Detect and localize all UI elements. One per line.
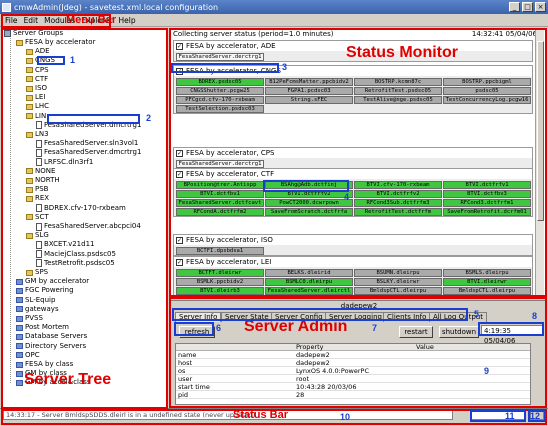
callout-9: 9 — [484, 366, 490, 376]
callout-6: 6 — [216, 323, 222, 333]
menu-bar-annotation: Menu Bar — [66, 14, 117, 26]
callout-box-1 — [37, 56, 65, 65]
callout-8: 8 — [532, 311, 538, 321]
title-bar: cmwAdmin(Jdeg) - savetest.xml.local conf… — [0, 0, 548, 14]
callout-box-6 — [174, 322, 214, 336]
callout-10: 10 — [340, 412, 351, 422]
callout-box-8 — [478, 322, 544, 336]
maximize-button[interactable]: □ — [522, 2, 533, 12]
callout-11: 11 — [505, 411, 515, 421]
callout-2: 2 — [146, 113, 152, 123]
callout-3: 3 — [282, 62, 288, 72]
callout-box-5 — [172, 308, 468, 321]
server-tree-annotation: Server Tree — [24, 371, 112, 388]
close-button[interactable]: × — [535, 2, 546, 12]
status-bar-annotation: Status Bar — [233, 409, 289, 421]
callout-12: 12 — [530, 411, 541, 421]
minimize-button[interactable]: _ — [509, 2, 520, 12]
window-title: cmwAdmin(Jdeg) - savetest.xml.local conf… — [14, 2, 219, 12]
callout-7: 7 — [372, 323, 378, 333]
server-tree-annotation-box — [1, 28, 168, 409]
window-controls: _ □ × — [509, 2, 546, 12]
callout-box-4 — [263, 180, 349, 192]
callout-box-11 — [470, 410, 526, 422]
status-monitor-annotation: Status Monitor — [346, 44, 458, 61]
callout-1: 1 — [70, 55, 76, 65]
callout-5: 5 — [474, 309, 480, 319]
callout-box-2 — [47, 114, 140, 124]
application-window: cmwAdmin(Jdeg) - savetest.xml.local conf… — [0, 0, 548, 426]
callout-4: 4 — [344, 192, 350, 202]
menu-help[interactable]: Help — [116, 16, 139, 25]
app-icon — [2, 2, 11, 12]
callout-box-3 — [171, 63, 279, 73]
